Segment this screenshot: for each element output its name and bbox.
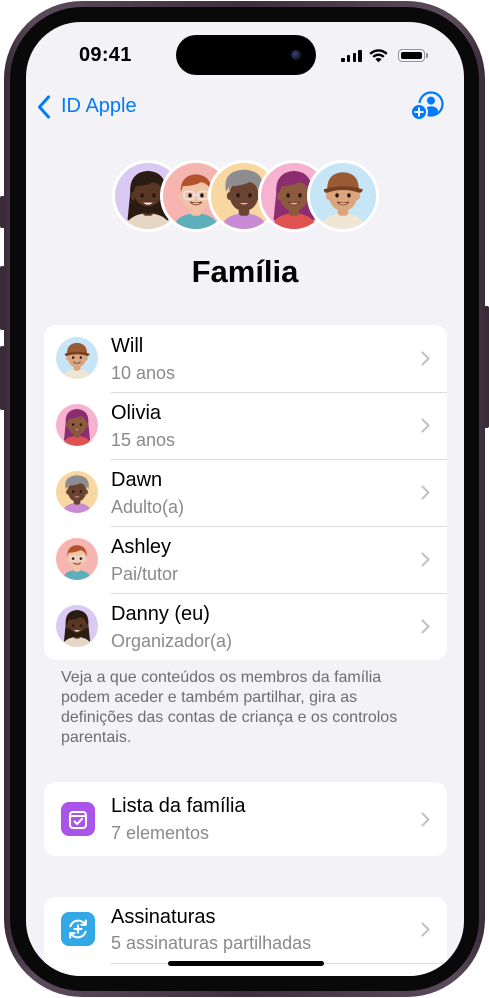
back-button-label: ID Apple [61,95,137,117]
member-avatar [56,404,98,446]
member-role: 15 anos [111,430,176,450]
cellular-signal-icon [341,50,363,62]
chevron-left-icon [38,95,50,119]
subscriptions-count: 5 assinaturas partilhadas [111,933,312,953]
member-role: Pai/tutor [111,564,179,584]
member-avatar [56,471,98,513]
member-name: Ashley [111,536,172,558]
chevron-right-icon [421,922,430,937]
member-avatar [56,605,98,647]
avatar-will [307,160,379,232]
family-list-row[interactable]: Lista da família 7 elementos [44,782,447,856]
chevron-right-icon [421,485,430,500]
member-row-olivia[interactable]: Olivia 15 anos [44,392,447,459]
dynamic-island [176,35,316,75]
subscriptions-title: Assinaturas [111,906,216,928]
screen: 09:41 ID Apple Família Will 10 anos Oliv… [26,22,464,976]
member-row-danny[interactable]: Danny (eu) Organizador(a) [44,593,447,660]
member-name: Olivia [111,402,162,424]
subscriptions-row[interactable]: Assinaturas 5 assinaturas partilhadas [44,897,447,963]
family-list-card: Lista da família 7 elementos [44,782,447,856]
member-role: Adulto(a) [111,497,185,517]
member-name: Danny (eu) [111,603,210,625]
battery-level [400,51,423,60]
chevron-right-icon [421,619,430,634]
member-name: Dawn [111,469,163,491]
member-name: Will [111,335,144,357]
family-checklist-icon [61,802,95,836]
status-time: 09:41 [79,44,132,66]
back-button[interactable]: ID Apple [34,90,154,124]
add-family-member-button[interactable] [410,91,444,121]
family-list-title: Lista da família [111,795,246,817]
chevron-right-icon [421,552,430,567]
wifi-icon [369,49,388,63]
subscriptions-icon [61,912,95,946]
battery-icon [398,49,429,62]
chevron-right-icon [421,812,430,827]
member-row-dawn[interactable]: Dawn Adulto(a) [44,459,447,526]
family-members-list: Will 10 anos Olivia 15 anos Dawn Adulto(… [44,325,447,660]
page-title: Família [191,254,299,289]
chevron-right-icon [421,418,430,433]
home-indicator[interactable] [168,961,324,966]
member-avatar [56,337,98,379]
members-footer-note: Veja a que conteúdos os membros da famíl… [61,669,398,746]
battery-cap [425,53,429,58]
front-camera [291,50,301,60]
member-avatar [56,538,98,580]
add-family-member-icon [410,91,444,121]
member-role: 10 anos [111,363,176,383]
family-list-count: 7 elementos [111,823,210,843]
chevron-right-icon [421,351,430,366]
member-role: Organizador(a) [111,631,233,651]
member-row-will[interactable]: Will 10 anos [44,325,447,392]
member-row-ashley[interactable]: Ashley Pai/tutor [44,526,447,593]
